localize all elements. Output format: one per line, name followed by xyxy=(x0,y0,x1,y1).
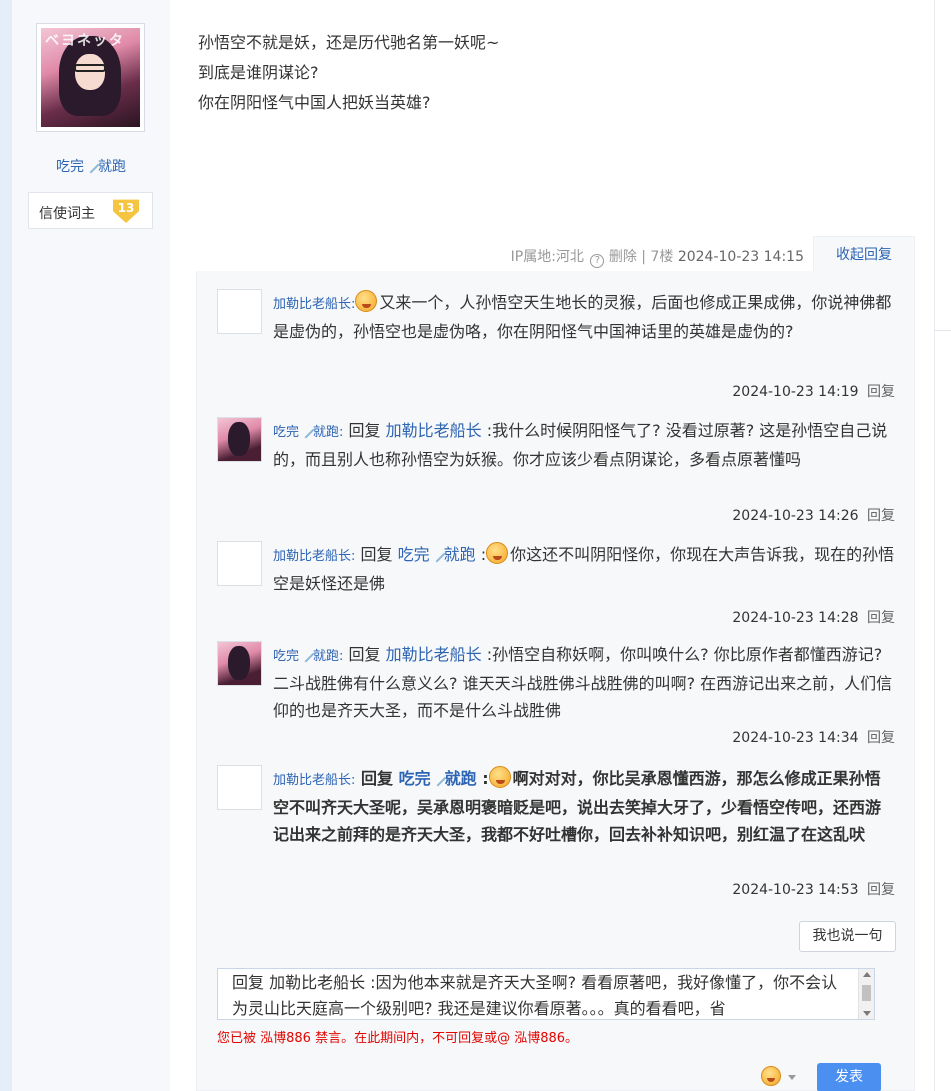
reply-avatar[interactable] xyxy=(217,765,262,810)
post-line: 你在阴阳怪气中国人把妖当英雄? xyxy=(198,93,431,112)
feather-icon xyxy=(428,545,446,563)
badge-label: 信使词主 xyxy=(39,206,95,222)
post-time: 2024-10-23 14:15 xyxy=(677,249,804,265)
post-line: 到底是谁阴谋论? xyxy=(198,63,319,82)
reply-link[interactable]: 回复 xyxy=(867,730,895,746)
reply-time: 2024-10-23 14:53 xyxy=(732,882,859,898)
member-badge[interactable]: 信使词主 13 xyxy=(28,192,153,229)
reply-link[interactable]: 回复 xyxy=(867,882,895,898)
reply-editor-text[interactable]: 回复 加勒比老船长 :因为他本来就是齐天大圣啊? 看看原著吧，我好像懂了，你不会… xyxy=(232,970,847,1019)
emoji-picker-button[interactable] xyxy=(761,1066,801,1088)
reply-time: 2024-10-23 14:19 xyxy=(732,384,859,400)
reply-target-user[interactable]: 加勒比老船长 xyxy=(386,645,482,664)
smiley-face-icon xyxy=(761,1066,781,1086)
reply-content: 吃完 就跑: 回复 加勒比老船长 :孙悟空自称妖啊，你叫唤什么? 你比原作者都懂西… xyxy=(273,641,895,724)
reply-keyword: 回复 xyxy=(360,545,393,564)
avatar-watermark-text: ベヨネッタ xyxy=(45,33,125,49)
submit-button[interactable]: 发表 xyxy=(817,1063,881,1091)
reply-time: 2024-10-23 14:26 xyxy=(732,508,859,524)
reply-thread: 加勒比老船长: 又来一个，人孙悟空天生地长的灵猴，后面也修成正果成佛，你说神佛都是… xyxy=(196,271,915,1091)
scroll-thumb[interactable] xyxy=(862,985,871,1001)
angry-face-emoji-icon xyxy=(488,766,511,788)
delete-link[interactable]: 删除 xyxy=(609,249,637,265)
reply-link[interactable]: 回复 xyxy=(867,508,895,524)
help-icon[interactable]: ? xyxy=(590,254,605,268)
reply-target-user[interactable]: 加勒比老船长 xyxy=(386,421,482,440)
left-edge-strip xyxy=(0,0,12,1091)
reply-content: 吃完 就跑: 回复 加勒比老船长 :我什么时候阴阳怪气了? 没看过原著? 这是孙悟… xyxy=(273,417,895,473)
reply-content: 加勒比老船长: 回复 吃完 就跑 : 你这还不叫阴阳怪你，你现在大声告诉我，现在的孙… xyxy=(273,541,895,597)
author-name-part2: 就跑 xyxy=(98,159,126,175)
reply-username[interactable]: 加勒比老船长: xyxy=(273,773,355,788)
reply-footer: 2024-10-23 14:26 回复 xyxy=(732,505,895,525)
collapse-replies-button[interactable]: 收起回复 xyxy=(813,236,915,272)
level-heart-icon: 13 xyxy=(113,199,139,223)
meta-separator: | xyxy=(641,249,646,265)
post-content: 孙悟空不就是妖，还是历代驰名第一妖呢~ 到底是谁阴谋论? 你在阴阳怪气中国人把妖… xyxy=(198,28,499,118)
ban-notice: 您已被 泓博886 禁言。在此期间内，不可回复或@ 泓博886。 xyxy=(217,1031,579,1046)
author-name-part1: 吃完 xyxy=(56,159,84,175)
avatar-glasses-shape xyxy=(74,64,106,72)
feather-icon xyxy=(297,421,315,439)
reply-avatar[interactable] xyxy=(217,289,262,334)
reply-footer: 2024-10-23 14:53 回复 xyxy=(732,879,895,899)
reply-username[interactable]: 吃完 就跑: xyxy=(273,645,343,664)
chevron-down-icon xyxy=(788,1075,796,1080)
reply-item: 吃完 就跑: 回复 加勒比老船长 :孙悟空自称妖啊，你叫唤什么? 你比原作者都懂西… xyxy=(217,641,895,751)
scroll-down-arrow-icon[interactable] xyxy=(863,1011,871,1016)
author-avatar[interactable]: ベヨネッタ xyxy=(36,23,145,132)
say-something-button[interactable]: 我也说一句 xyxy=(799,921,896,952)
reply-item: 加勒比老船长: 回复 吃完 就跑 : 啊对对对，你比吴承恩懂西游，那怎么修成正果孙悟… xyxy=(217,765,895,903)
reply-editor[interactable]: 回复 加勒比老船长 :因为他本来就是齐天大圣啊? 看看原著吧，我好像懂了，你不会… xyxy=(217,968,875,1020)
avatar-face-shape xyxy=(75,54,105,90)
author-avatar-image: ベヨネッタ xyxy=(41,28,140,127)
reply-link[interactable]: 回复 xyxy=(867,610,895,626)
reply-footer: 2024-10-23 14:28 回复 xyxy=(732,607,895,627)
reply-time: 2024-10-23 14:34 xyxy=(732,730,859,746)
feather-icon xyxy=(429,769,447,787)
floor-number: 7楼 xyxy=(650,249,674,265)
reply-avatar[interactable] xyxy=(217,417,262,462)
editor-scrollbar[interactable] xyxy=(858,969,874,1019)
reply-avatar[interactable] xyxy=(217,641,262,686)
reply-username[interactable]: 加勒比老船长: xyxy=(273,297,355,312)
reply-colon: : xyxy=(482,769,489,788)
reply-content: 加勒比老船长: 回复 吃完 就跑 : 啊对对对，你比吴承恩懂西游，那怎么修成正果孙悟… xyxy=(273,765,895,848)
post-line: 孙悟空不就是妖，还是历代驰名第一妖呢~ xyxy=(198,33,500,52)
angry-face-emoji-icon xyxy=(355,290,378,312)
feather-icon xyxy=(82,156,100,174)
feather-icon xyxy=(297,645,315,663)
reply-footer: 2024-10-23 14:34 回复 xyxy=(732,727,895,747)
reply-username[interactable]: 加勒比老船长: xyxy=(273,549,355,564)
angry-face-emoji-icon xyxy=(486,542,509,564)
reply-content: 加勒比老船长: 又来一个，人孙悟空天生地长的灵猴，后面也修成正果成佛，你说神佛都是… xyxy=(273,289,895,345)
right-divider xyxy=(934,0,935,1091)
reply-keyword: 回复 xyxy=(360,769,393,788)
reply-target-user[interactable]: 吃完 就跑 xyxy=(399,769,477,788)
reply-link[interactable]: 回复 xyxy=(867,384,895,400)
ip-location: IP属地:河北 xyxy=(510,249,584,265)
reply-item: 加勒比老船长: 又来一个，人孙悟空天生地长的灵猴，后面也修成正果成佛，你说神佛都是… xyxy=(217,289,895,403)
reply-avatar[interactable] xyxy=(217,541,262,586)
reply-footer: 2024-10-23 14:19 回复 xyxy=(732,381,895,401)
scroll-up-arrow-icon[interactable] xyxy=(863,972,871,977)
reply-item: 加勒比老船长: 回复 吃完 就跑 : 你这还不叫阴阳怪你，你现在大声告诉我，现在的孙… xyxy=(217,541,895,631)
reply-keyword: 回复 xyxy=(348,645,381,664)
reply-target-user[interactable]: 吃完 就跑 xyxy=(398,545,476,564)
author-username[interactable]: 吃完 就跑 xyxy=(12,156,170,176)
right-divider-tick xyxy=(934,330,951,331)
reply-item: 吃完 就跑: 回复 加勒比老船长 :我什么时候阴阳怪气了? 没看过原著? 这是孙悟… xyxy=(217,417,895,529)
reply-username[interactable]: 吃完 就跑: xyxy=(273,421,343,440)
post-meta: IP属地:河北 ? 删除 | 7楼 2024-10-23 14:15 xyxy=(511,246,804,268)
reply-time: 2024-10-23 14:28 xyxy=(732,610,859,626)
reply-keyword: 回复 xyxy=(348,421,381,440)
